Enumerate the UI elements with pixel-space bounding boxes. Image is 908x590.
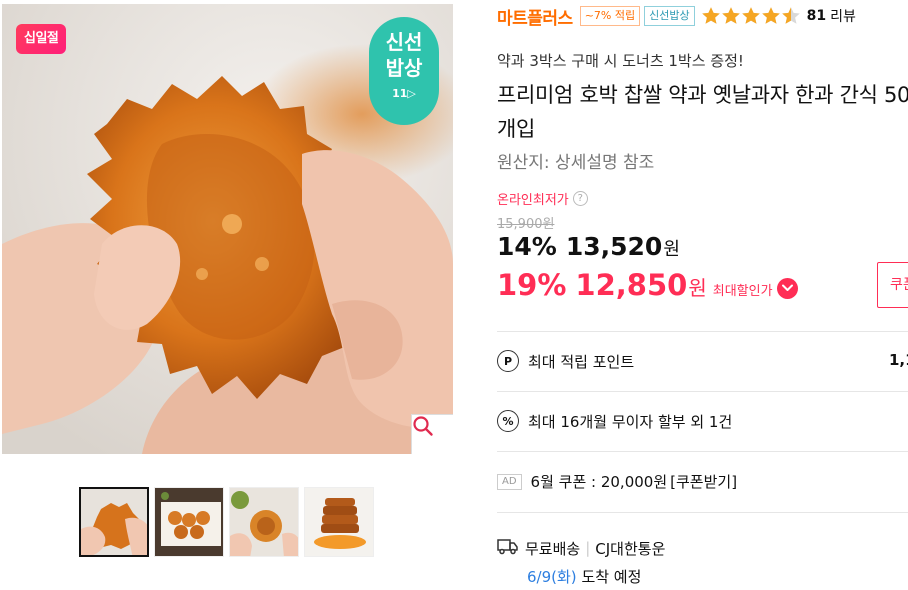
arrival-suffix: 도착 예정 [581,568,642,586]
point-value: 1,1 [889,351,908,369]
original-price: 15,900원 [497,217,555,232]
coupon-text: 6월 쿠폰 : 20,000원 [530,473,668,491]
star-icon [701,7,720,24]
max-discount-label[interactable]: 최대할인가 [713,280,773,299]
star-icon [761,7,780,24]
arrival-date: 6/9(화) [527,568,577,586]
star-icon [721,7,740,24]
thumbnail-2-image [155,488,223,556]
fresh-meal-badge[interactable]: 신선 밥상 11▷ [369,17,439,125]
star-icon [741,7,760,24]
divider [497,391,908,392]
seller-row: 마트플러스 ~7% 적립 신선밥상 81 리뷰 [497,4,856,29]
main-product-image[interactable]: 십일절 신선 밥상 11▷ [2,4,453,454]
max-discount-price: 12,850 [575,268,688,302]
thumbnail-1-image [81,489,147,555]
magnifier-icon [413,416,433,436]
thumbnail-4-image [305,488,373,556]
reward-tag: ~7% 적립 [579,6,641,26]
get-coupon-link[interactable]: [쿠폰받기] [670,471,737,492]
arrival-info: 6/9(화) 도착 예정 [527,566,641,587]
chevron-down-icon[interactable] [776,277,798,299]
thumbnail-4[interactable] [304,487,374,557]
max-currency-label: 원 [688,276,707,300]
installment-row[interactable]: % 최대 16개월 무이자 할부 외 1건 [497,410,732,432]
fresh-badge-line3: 11▷ [392,87,416,100]
fresh-badge-line1: 신선 [385,30,423,54]
ad-badge: AD [497,473,522,490]
product-info-panel: 마트플러스 ~7% 적립 신선밥상 81 리뷰 약과 3박스 구매 시 도너츠 … [497,0,908,590]
point-row: P 최대 적립 포인트 [497,350,634,372]
discount-price: 13,520 [565,232,663,261]
review-count[interactable]: 81 [807,8,826,24]
thumbnail-3-image [230,488,298,556]
divider [497,331,908,332]
truck-icon [497,537,519,559]
thumbnail-2[interactable] [154,487,224,557]
fresh-meal-tag[interactable]: 신선밥상 [644,6,695,26]
divider [497,512,908,513]
point-icon: P [497,350,519,372]
thumbnail-1[interactable] [79,487,149,557]
thumbnail-3[interactable] [229,487,299,557]
origin-text: 원산지: 상세설명 참조 [497,153,655,173]
star-rating [701,6,801,26]
coupon-button[interactable]: 쿠폰 [877,262,908,308]
product-title: 프리미엄 호박 찹쌀 약과 옛날과자 한과 간식 50개입 [497,83,908,141]
discount-price-row: 14% 13,520 원 [497,232,680,261]
coupon-row: AD 6월 쿠폰 : 20,000원 [쿠폰받기] [497,471,737,492]
review-label[interactable]: 리뷰 [830,6,856,26]
free-shipping-label: 무료배송 [525,539,581,558]
point-label: 최대 적립 포인트 [528,352,635,371]
separator: | [585,539,591,557]
discount-percent: 14% [497,232,557,261]
seller-name-link[interactable]: 마트플러스 [497,4,573,29]
help-icon[interactable]: ? [572,191,588,206]
installment-label: 최대 16개월 무이자 할부 외 1건 [528,412,733,431]
thumbnail-strip [79,487,374,557]
currency-label: 원 [663,239,680,260]
max-discount-row: 19% 12,850 원 최대할인가 [497,268,798,302]
brand-badge: 십일절 [16,24,67,54]
fresh-badge-line2: 밥상 [385,56,423,80]
max-discount-percent: 19% [497,268,567,302]
divider [497,451,908,452]
lowest-price-label: 온라인최저가 [497,193,569,208]
lowest-price-label-row: 온라인최저가 ? [497,189,588,208]
courier-label: CJ대한통운 [595,539,666,558]
shipping-row: 무료배송 | CJ대한통운 [497,537,665,559]
promo-text: 약과 3박스 구매 시 도너츠 1박스 증정! [497,52,744,70]
star-icon [781,7,800,24]
zoom-button[interactable] [411,414,453,454]
percent-icon: % [497,410,519,432]
